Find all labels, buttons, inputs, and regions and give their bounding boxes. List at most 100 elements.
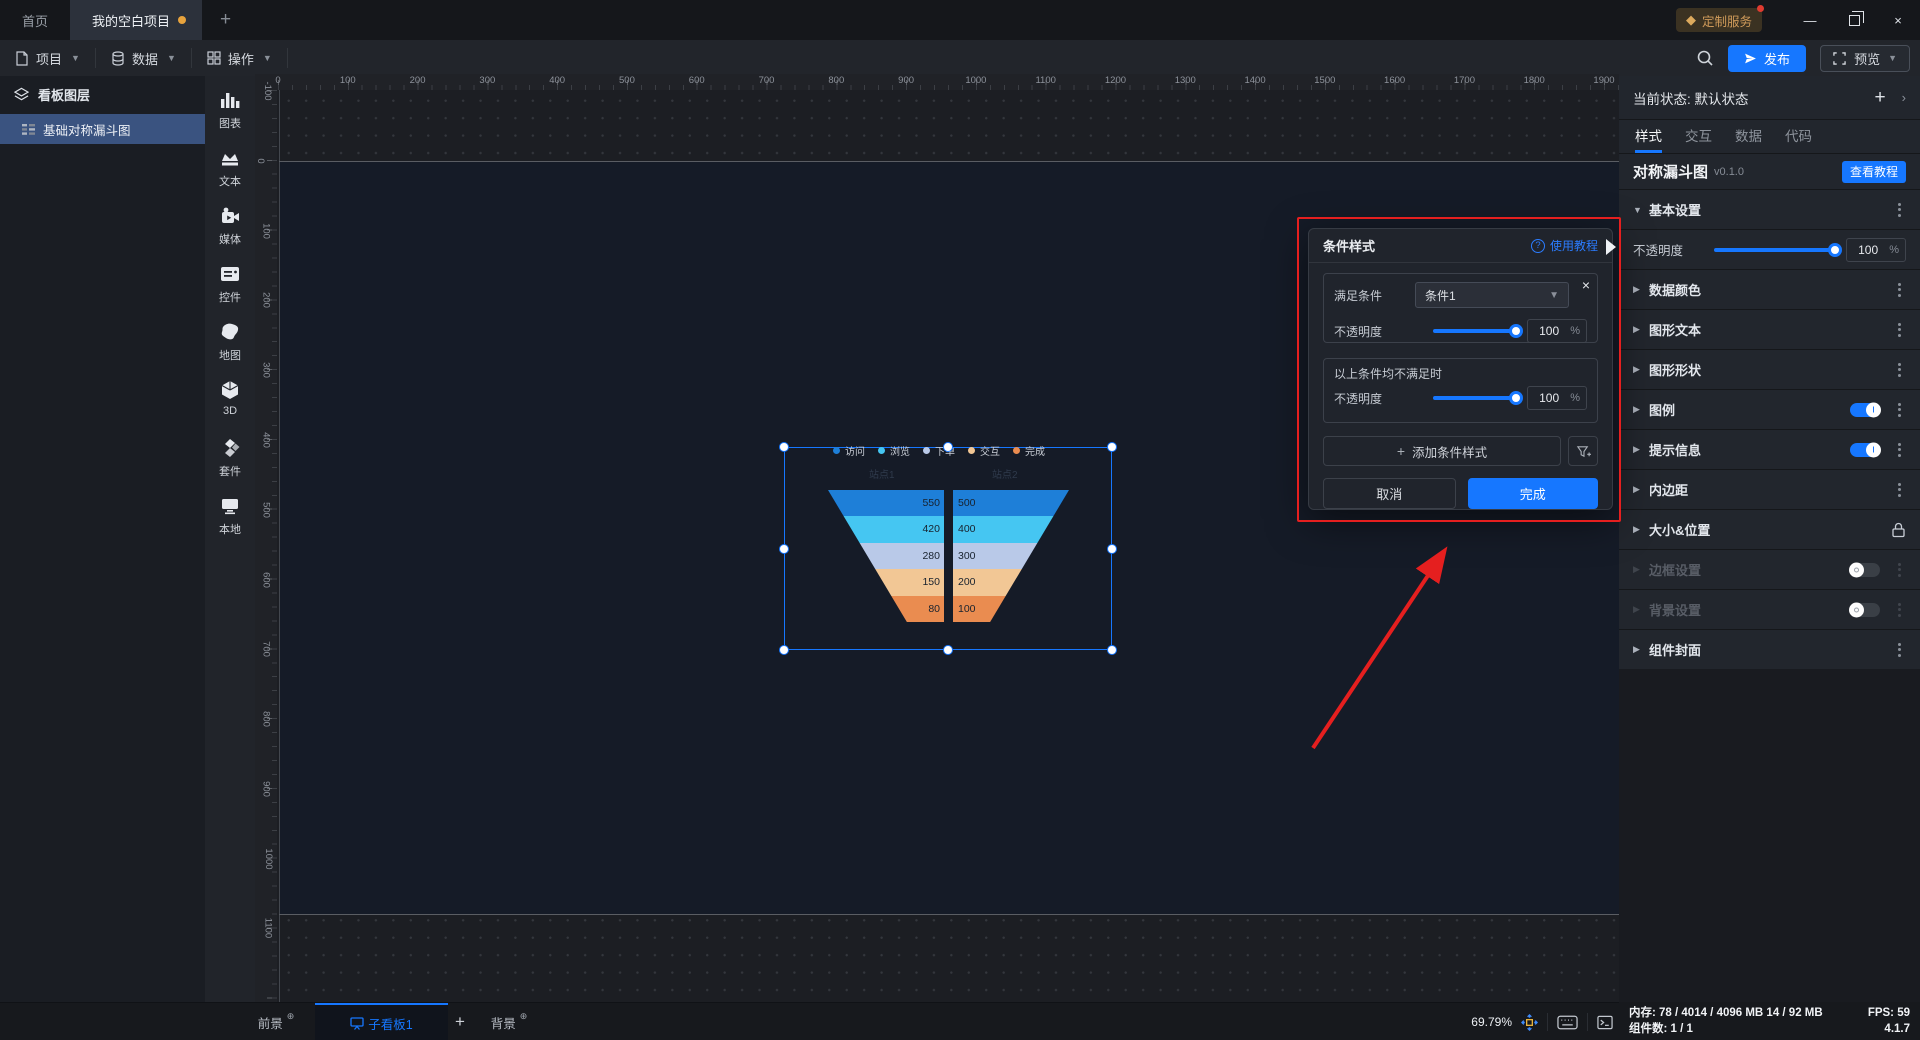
toolbox-item-charts[interactable]: 图表 bbox=[205, 89, 255, 147]
slider-knob[interactable] bbox=[1828, 242, 1842, 257]
selection-handle[interactable] bbox=[779, 442, 789, 452]
section-toggle[interactable] bbox=[1849, 562, 1880, 577]
panel-opacity-input[interactable]: 100% bbox=[1846, 237, 1906, 262]
search-icon[interactable] bbox=[1696, 49, 1714, 67]
more-options-icon[interactable] bbox=[1892, 442, 1906, 457]
legend-item[interactable]: 完成 bbox=[1013, 443, 1045, 458]
component-name: 对称漏斗图 bbox=[1633, 164, 1709, 181]
menu-data[interactable]: 数据 ▼ bbox=[96, 48, 192, 68]
toggle-knob bbox=[1849, 602, 1864, 617]
more-options-icon[interactable] bbox=[1892, 202, 1906, 217]
section-toggle[interactable] bbox=[1850, 442, 1881, 457]
section-row[interactable]: ▶ 提示信息 bbox=[1619, 429, 1920, 469]
layers-panel-title: 看板图层 bbox=[38, 87, 91, 103]
foreground-tab[interactable]: 前景 ⊕ bbox=[245, 1003, 307, 1040]
tab-data[interactable]: 数据 bbox=[1735, 125, 1762, 153]
more-options-icon[interactable] bbox=[1892, 362, 1906, 377]
tab-code[interactable]: 代码 bbox=[1785, 125, 1812, 153]
v-ruler-label: 1100 bbox=[262, 918, 274, 939]
tab-project[interactable]: 我的空白项目 bbox=[70, 0, 203, 40]
more-options-icon[interactable] bbox=[1892, 642, 1906, 657]
layer-item-funnel[interactable]: 基础对称漏斗图 bbox=[0, 114, 205, 144]
selection-handle[interactable] bbox=[779, 543, 789, 554]
preview-label: 预览 bbox=[1854, 51, 1881, 67]
section-title: 基本设置 bbox=[1649, 203, 1702, 218]
selection-handle[interactable] bbox=[1107, 543, 1117, 554]
selection-handle[interactable] bbox=[1107, 645, 1117, 655]
section-title: 数据颜色 bbox=[1649, 283, 1702, 298]
horizontal-ruler[interactable]: 0 100 200 300 400 500 600 700 800 900 1000 1100 1200… bbox=[255, 74, 1619, 90]
preview-button[interactable]: 预览 ▼ bbox=[1820, 44, 1910, 72]
selection-box[interactable] bbox=[784, 447, 1112, 650]
tab-interaction[interactable]: 交互 bbox=[1685, 125, 1712, 153]
selection-handle[interactable] bbox=[779, 645, 789, 655]
section-row[interactable]: ▶ 数据颜色 bbox=[1619, 269, 1920, 309]
grid-icon bbox=[207, 51, 221, 65]
layer-item-label: 基础对称漏斗图 bbox=[43, 123, 131, 138]
annotation-arrow bbox=[1311, 546, 1448, 750]
toolbox-item-controls[interactable]: 控件 bbox=[205, 263, 255, 321]
view-tutorial-button[interactable]: 查看教程 bbox=[1841, 160, 1906, 183]
menu-actions[interactable]: 操作 ▼ bbox=[192, 48, 288, 68]
more-options-icon[interactable] bbox=[1892, 322, 1906, 337]
v-ruler-label: 700 bbox=[260, 641, 272, 658]
section-row[interactable]: ▶ 边框设置 bbox=[1619, 549, 1920, 589]
fit-to-screen-icon[interactable] bbox=[1521, 1013, 1538, 1031]
expand-states-button[interactable]: › bbox=[1902, 90, 1906, 105]
legend-item[interactable]: 访问 bbox=[833, 443, 865, 458]
add-state-button[interactable]: + bbox=[1875, 87, 1886, 109]
toolbox-item-text[interactable]: 文本 bbox=[205, 147, 255, 205]
section-title: 内边距 bbox=[1649, 483, 1689, 498]
add-board-button[interactable]: + bbox=[455, 1003, 465, 1040]
menu-project[interactable]: 项目 ▼ bbox=[0, 48, 96, 68]
vertical-ruler[interactable]: -100 0 100 200 300 400 500 600 700 800 900 1000 1100 bbox=[255, 81, 277, 1002]
add-background-icon[interactable]: ⊕ bbox=[520, 1011, 528, 1022]
window-minimize-button[interactable]: — bbox=[1788, 0, 1832, 40]
more-options-icon[interactable] bbox=[1892, 282, 1906, 297]
panel-opacity-slider[interactable] bbox=[1714, 242, 1842, 257]
section-row[interactable]: ▶ 图形形状 bbox=[1619, 349, 1920, 389]
add-foreground-icon[interactable]: ⊕ bbox=[287, 1011, 295, 1022]
keyboard-shortcuts-icon[interactable] bbox=[1557, 1015, 1578, 1030]
new-tab-button[interactable]: + bbox=[202, 0, 249, 40]
window-maximize-button[interactable] bbox=[1832, 0, 1876, 40]
toolbox-item-map[interactable]: 地图 bbox=[205, 321, 255, 379]
component-title-row: 对称漏斗图 v0.1.0 查看教程 bbox=[1619, 154, 1920, 189]
toolbox-item-local[interactable]: 本地 bbox=[205, 495, 255, 553]
section-title: 背景设置 bbox=[1649, 603, 1702, 618]
paper-plane-icon bbox=[1745, 53, 1756, 63]
funnel-value: 550 bbox=[922, 497, 940, 509]
h-ruler-label: 1100 bbox=[1035, 75, 1056, 86]
section-toggle[interactable] bbox=[1849, 602, 1880, 617]
more-options-icon[interactable] bbox=[1892, 402, 1906, 417]
legend-item[interactable]: 交互 bbox=[968, 443, 1000, 458]
legend-item[interactable]: 浏览 bbox=[878, 443, 910, 458]
section-row[interactable]: ▶ 大小&位置 bbox=[1619, 509, 1920, 549]
tab-home[interactable]: 首页 bbox=[0, 0, 70, 40]
section-row[interactable]: ▶ 图例 bbox=[1619, 389, 1920, 429]
window-close-button[interactable]: × bbox=[1876, 0, 1920, 40]
section-expanded-row[interactable]: ▼ 基本设置 bbox=[1619, 189, 1920, 229]
section-row[interactable]: ▶ 组件封面 bbox=[1619, 629, 1920, 669]
console-icon[interactable] bbox=[1597, 1015, 1613, 1030]
selection-handle[interactable] bbox=[943, 645, 953, 655]
publish-button[interactable]: 发布 bbox=[1728, 44, 1807, 72]
more-options-icon[interactable] bbox=[1892, 482, 1906, 497]
toolbox-label: 文本 bbox=[219, 176, 241, 188]
section-row[interactable]: ▶ 内边距 bbox=[1619, 469, 1920, 509]
more-options-icon[interactable] bbox=[1892, 562, 1906, 577]
section-toggle[interactable] bbox=[1850, 402, 1881, 417]
subboard-tab[interactable]: 子看板1 bbox=[315, 1003, 448, 1040]
custom-service-badge[interactable]: ◆ 定制服务 bbox=[1675, 5, 1764, 32]
section-row[interactable]: ▶ 背景设置 bbox=[1619, 589, 1920, 629]
selection-handle[interactable] bbox=[943, 442, 953, 452]
background-tab[interactable]: 背景 ⊕ bbox=[478, 1003, 540, 1040]
more-options-icon[interactable] bbox=[1892, 602, 1906, 617]
toolbox-item-media[interactable]: 媒体 bbox=[205, 205, 255, 263]
toolbox-item-3d[interactable]: 3D bbox=[205, 379, 255, 437]
toolbox-item-kits[interactable]: 套件 bbox=[205, 437, 255, 495]
section-row[interactable]: ▶ 图形文本 bbox=[1619, 309, 1920, 349]
selection-handle[interactable] bbox=[1107, 442, 1117, 452]
lock-icon[interactable] bbox=[1891, 522, 1906, 538]
tab-style[interactable]: 样式 bbox=[1635, 125, 1662, 153]
